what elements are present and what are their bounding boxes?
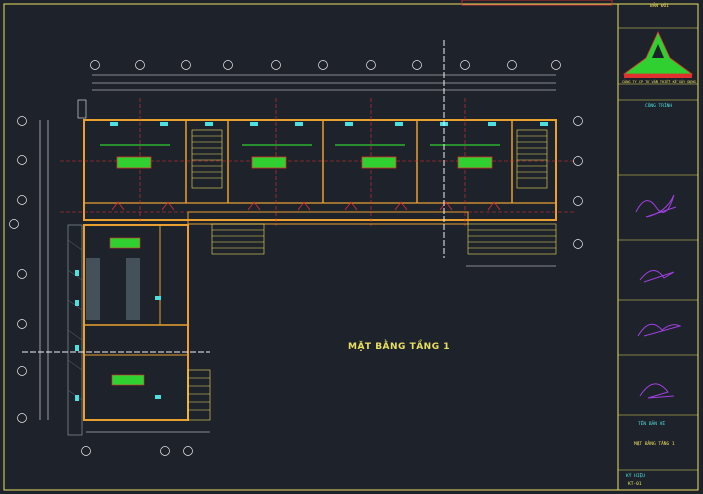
- tb-sheet-no-label: KÝ HIỆU: [626, 474, 645, 479]
- tb-logo-caption: CÔNG TY CP TƯ VẤN THIẾT KẾ XÂY DỰNG: [622, 80, 696, 84]
- upper-wing: [60, 40, 583, 267]
- windows-top: [110, 122, 548, 126]
- left-wing: [9, 99, 211, 456]
- left-grid-bubbles: [9, 116, 27, 423]
- left-exterior-strip: [67, 224, 83, 436]
- right-grid-bubbles: [573, 116, 583, 249]
- floor-plan-drawing: [3, 0, 699, 491]
- stair-right: [516, 129, 548, 189]
- tb-project-label: CÔNG TRÌNH: [645, 104, 673, 109]
- front-steps: [211, 223, 557, 255]
- corridor: [187, 211, 469, 225]
- top-grid-bubbles: [90, 60, 561, 70]
- top-dimensions: [92, 74, 556, 91]
- upper-wing-outline: [83, 119, 557, 221]
- title-block: BẢN ĐỒI CÔNG TY CP TƯ VẤN THIẾT KẾ XÂY D…: [620, 4, 698, 490]
- sheet-frame: [3, 3, 699, 491]
- tb-top-label: BẢN ĐỒI: [650, 4, 669, 9]
- plan-title: MẶT BẰNG TẦNG 1: [348, 342, 450, 352]
- tb-sheet-title-label: TÊN BẢN VẼ: [638, 422, 666, 427]
- stair-left: [191, 129, 223, 189]
- bottom-grid-bubbles: [81, 446, 193, 456]
- tb-sheet-title: MẶT BẰNG TẦNG 1: [634, 442, 675, 447]
- left-wing-outline: [83, 224, 189, 421]
- teacher-desks: [116, 156, 493, 169]
- hatched-bench: [86, 258, 140, 320]
- tb-sheet-no: KT-01: [628, 482, 642, 487]
